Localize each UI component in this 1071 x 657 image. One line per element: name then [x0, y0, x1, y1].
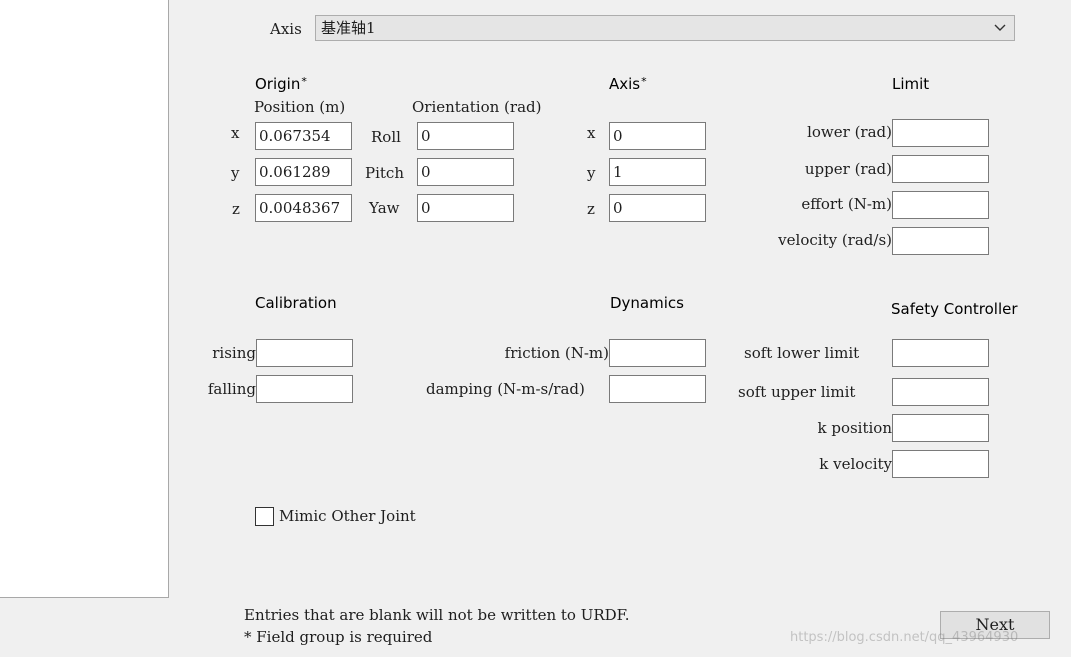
limit-title: Limit	[892, 75, 930, 93]
origin-z-input[interactable]	[255, 194, 352, 222]
safety-controller-title: Safety Controller	[891, 300, 1018, 318]
k-position-input[interactable]	[892, 414, 989, 442]
axis-y-label: y	[587, 164, 596, 182]
position-header: Position (m)	[254, 98, 346, 116]
origin-required-mark: *	[301, 75, 307, 88]
limit-upper-input[interactable]	[892, 155, 989, 183]
damping-label: damping (N-m-s/rad)	[426, 380, 585, 398]
axis-x-input[interactable]	[609, 122, 706, 150]
rising-label: rising	[212, 344, 256, 362]
limit-velocity-label: velocity (rad/s)	[778, 231, 892, 249]
yaw-input[interactable]	[417, 194, 514, 222]
falling-label: falling	[207, 380, 256, 398]
origin-y-label: y	[231, 164, 240, 182]
falling-input[interactable]	[256, 375, 353, 403]
limit-effort-label: effort (N-m)	[801, 195, 892, 213]
k-position-label: k position	[817, 419, 892, 437]
axis-x-label: x	[587, 124, 596, 142]
watermark: https://blog.csdn.net/qq_43964930	[790, 630, 1019, 645]
k-velocity-label: k velocity	[819, 455, 892, 473]
calibration-title: Calibration	[255, 294, 337, 312]
orientation-header: Orientation (rad)	[412, 98, 542, 116]
axis-title: Axis	[609, 75, 641, 93]
friction-input[interactable]	[609, 339, 706, 367]
limit-velocity-input[interactable]	[892, 227, 989, 255]
chevron-down-icon	[994, 24, 1006, 31]
origin-header: Origin*	[255, 75, 307, 93]
axis-selector-dropdown[interactable]: 基准轴1	[315, 15, 1015, 41]
axis-y-input[interactable]	[609, 158, 706, 186]
rising-input[interactable]	[256, 339, 353, 367]
mimic-checkbox[interactable]	[255, 507, 274, 526]
left-side-panel	[0, 0, 169, 598]
k-velocity-input[interactable]	[892, 450, 989, 478]
limit-effort-input[interactable]	[892, 191, 989, 219]
soft-upper-limit-input[interactable]	[892, 378, 989, 406]
origin-title: Origin	[255, 75, 301, 93]
axis-selector-label: Axis	[270, 20, 302, 38]
axis-header: Axis*	[609, 75, 647, 93]
mimic-label: Mimic Other Joint	[279, 507, 416, 525]
limit-lower-input[interactable]	[892, 119, 989, 147]
required-note: * Field group is required	[244, 628, 433, 646]
origin-y-input[interactable]	[255, 158, 352, 186]
pitch-input[interactable]	[417, 158, 514, 186]
limit-lower-label: lower (rad)	[807, 123, 892, 141]
axis-selector-value: 基准轴1	[321, 19, 376, 37]
origin-x-label: x	[231, 124, 240, 142]
axis-required-mark: *	[641, 75, 647, 88]
pitch-label: Pitch	[365, 164, 404, 182]
soft-lower-limit-input[interactable]	[892, 339, 989, 367]
soft-lower-limit-label: soft lower limit	[744, 344, 860, 362]
origin-x-input[interactable]	[255, 122, 352, 150]
limit-upper-label: upper (rad)	[804, 160, 892, 178]
axis-z-input[interactable]	[609, 194, 706, 222]
friction-label: friction (N-m)	[504, 344, 609, 362]
soft-upper-limit-label: soft upper limit	[738, 383, 856, 401]
yaw-label: Yaw	[369, 199, 400, 217]
roll-input[interactable]	[417, 122, 514, 150]
damping-input[interactable]	[609, 375, 706, 403]
roll-label: Roll	[371, 128, 401, 146]
origin-z-label: z	[232, 200, 240, 218]
blank-entries-note: Entries that are blank will not be writt…	[244, 606, 630, 624]
axis-z-label: z	[587, 200, 595, 218]
dynamics-title: Dynamics	[610, 294, 684, 312]
